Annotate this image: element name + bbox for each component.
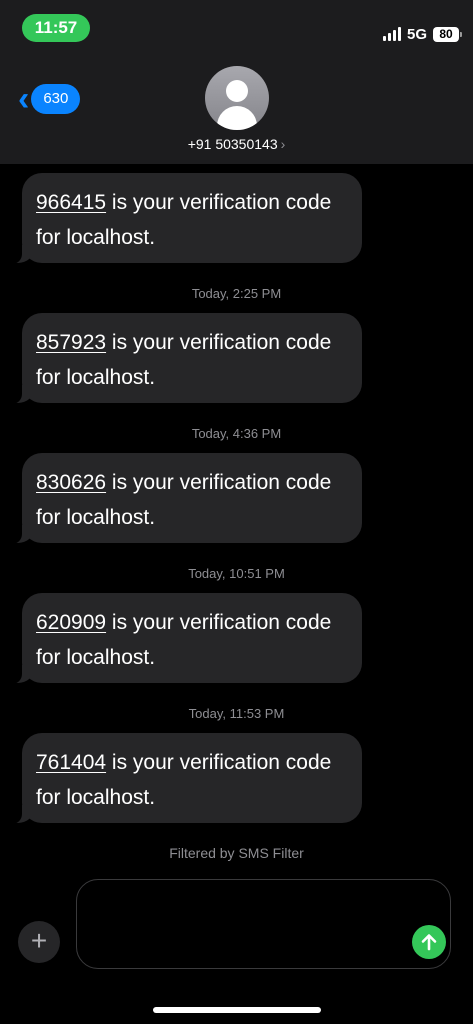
message-timestamp: Today, 2:25 PM	[191, 286, 282, 301]
contact-name-button[interactable]: +91 50350143 ›	[0, 136, 473, 152]
message-input[interactable]	[76, 879, 451, 969]
add-attachment-button[interactable]: +	[18, 921, 60, 963]
verification-code-link[interactable]: 620909	[36, 611, 106, 634]
arrow-up-icon	[421, 934, 437, 951]
message-bubble[interactable]: 966415 is your verification code for loc…	[8, 173, 362, 264]
send-button[interactable]	[412, 925, 446, 959]
message-bubble[interactable]: 620909 is your verification code for loc…	[8, 593, 362, 684]
contact-avatar[interactable]	[205, 66, 269, 130]
message-timestamp: Today, 4:36 PM	[191, 426, 282, 441]
verification-code-link[interactable]: 761404	[36, 751, 106, 774]
battery-icon: 80	[433, 26, 462, 42]
status-indicators: 5G 80	[382, 24, 462, 44]
message-timestamp: Today, 10:51 PM	[188, 566, 285, 581]
contact-number: +91 50350143	[187, 136, 278, 152]
verification-code-link[interactable]: 830626	[36, 471, 106, 494]
cellular-signal-icon	[382, 27, 401, 41]
message-bubble[interactable]: 830626 is your verification code for loc…	[8, 453, 362, 544]
network-type: 5G	[406, 25, 427, 43]
verification-code-link[interactable]: 857923	[36, 331, 106, 354]
back-button[interactable]: ‹ 630	[18, 80, 81, 118]
home-indicator[interactable]	[153, 1007, 321, 1013]
chevron-right-icon: ›	[280, 136, 286, 152]
message-bubble[interactable]: 761404 is your verification code for loc…	[8, 733, 362, 824]
conversation-header: 11:57 5G 80 ‹ 630 +91 50350143 ›	[0, 0, 473, 164]
sms-filter-note: Filtered by SMS Filter	[169, 845, 304, 861]
status-time: 11:57	[22, 14, 90, 42]
chevron-left-icon: ‹	[18, 80, 30, 118]
plus-icon: +	[30, 925, 48, 956]
message-bubble[interactable]: 857923 is your verification code for loc…	[8, 313, 362, 404]
unread-count-badge: 630	[31, 84, 81, 114]
message-timestamp: Today, 11:53 PM	[188, 706, 285, 721]
verification-code-link[interactable]: 966415	[36, 191, 106, 214]
